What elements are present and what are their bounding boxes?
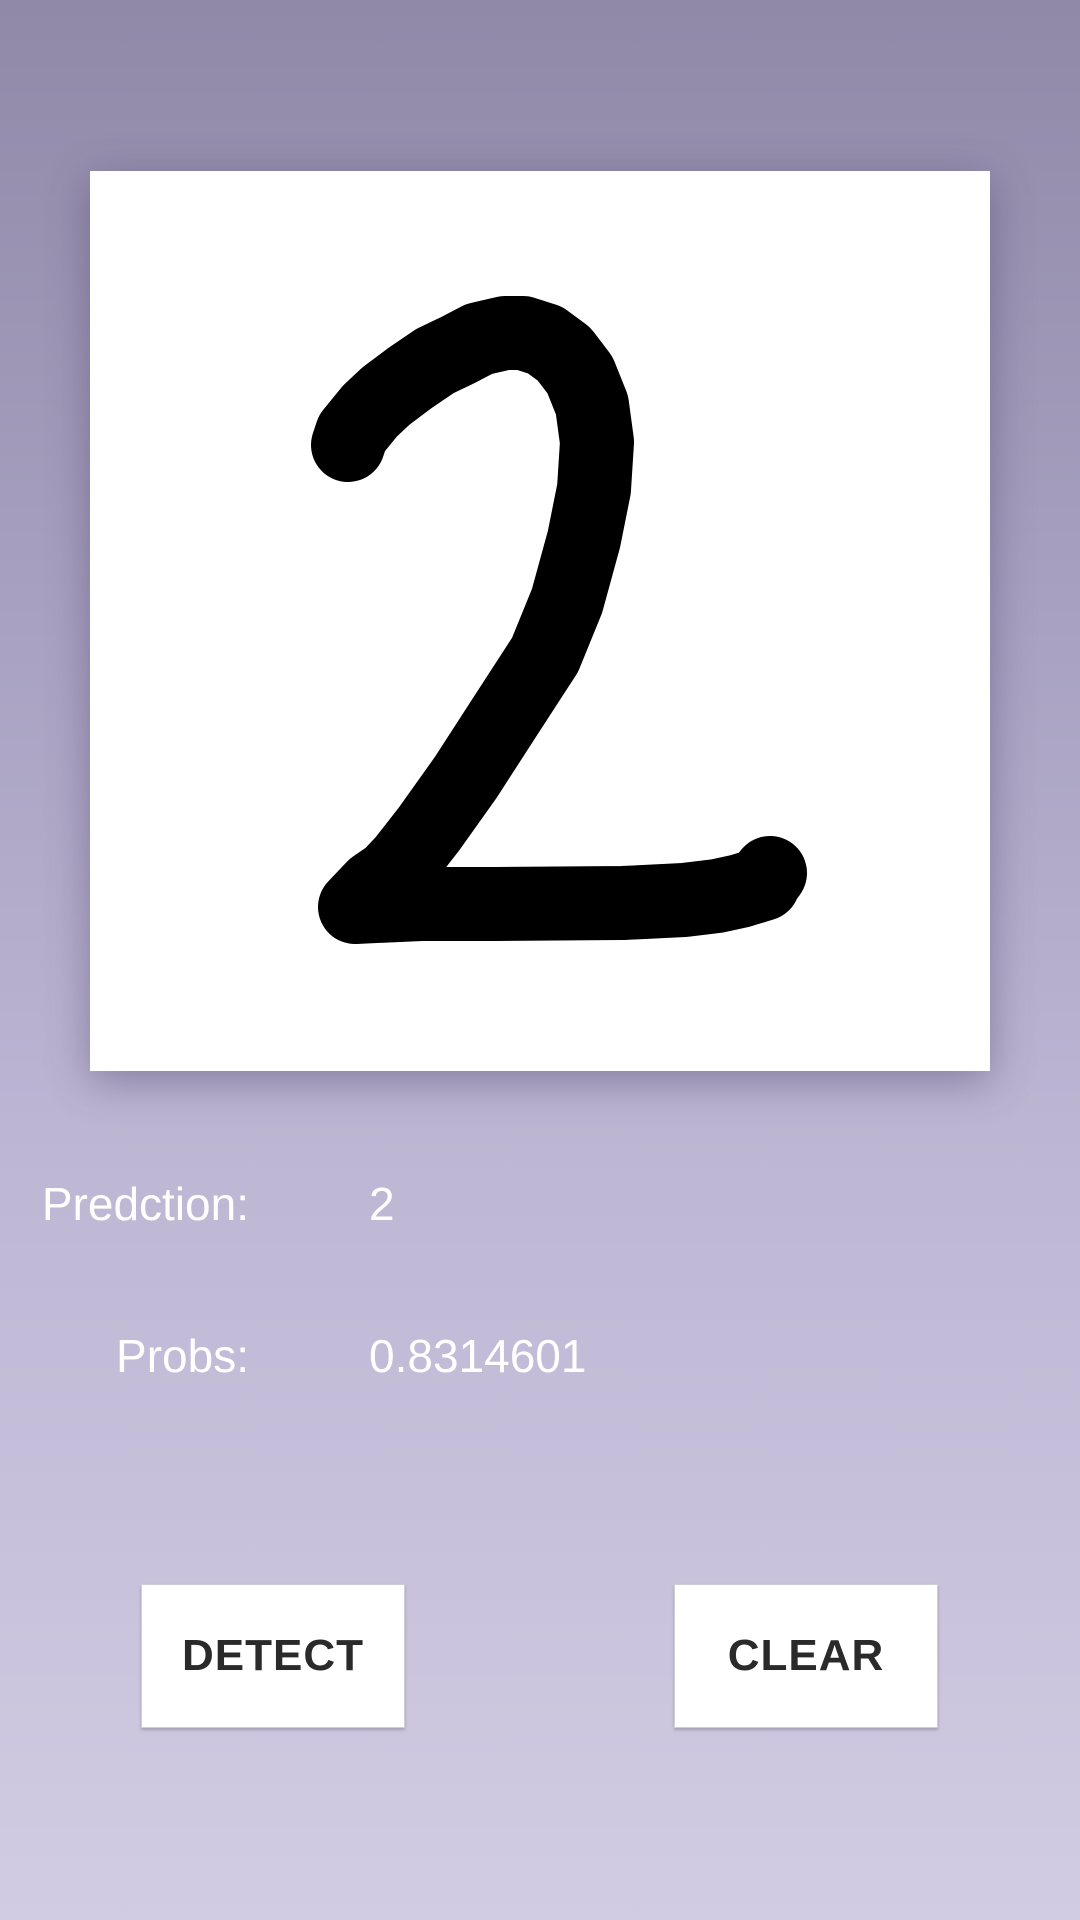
clear-button[interactable]: CLEAR	[674, 1584, 938, 1728]
prediction-value: 2	[369, 1178, 395, 1230]
detect-button[interactable]: DETECT	[141, 1584, 405, 1728]
prediction-label: Predction:	[41, 1178, 249, 1230]
probs-label: Probs:	[116, 1330, 249, 1382]
drawing-canvas[interactable]	[90, 171, 990, 1071]
probs-value: 0.8314601	[369, 1330, 587, 1382]
handwritten-stroke	[311, 296, 807, 944]
